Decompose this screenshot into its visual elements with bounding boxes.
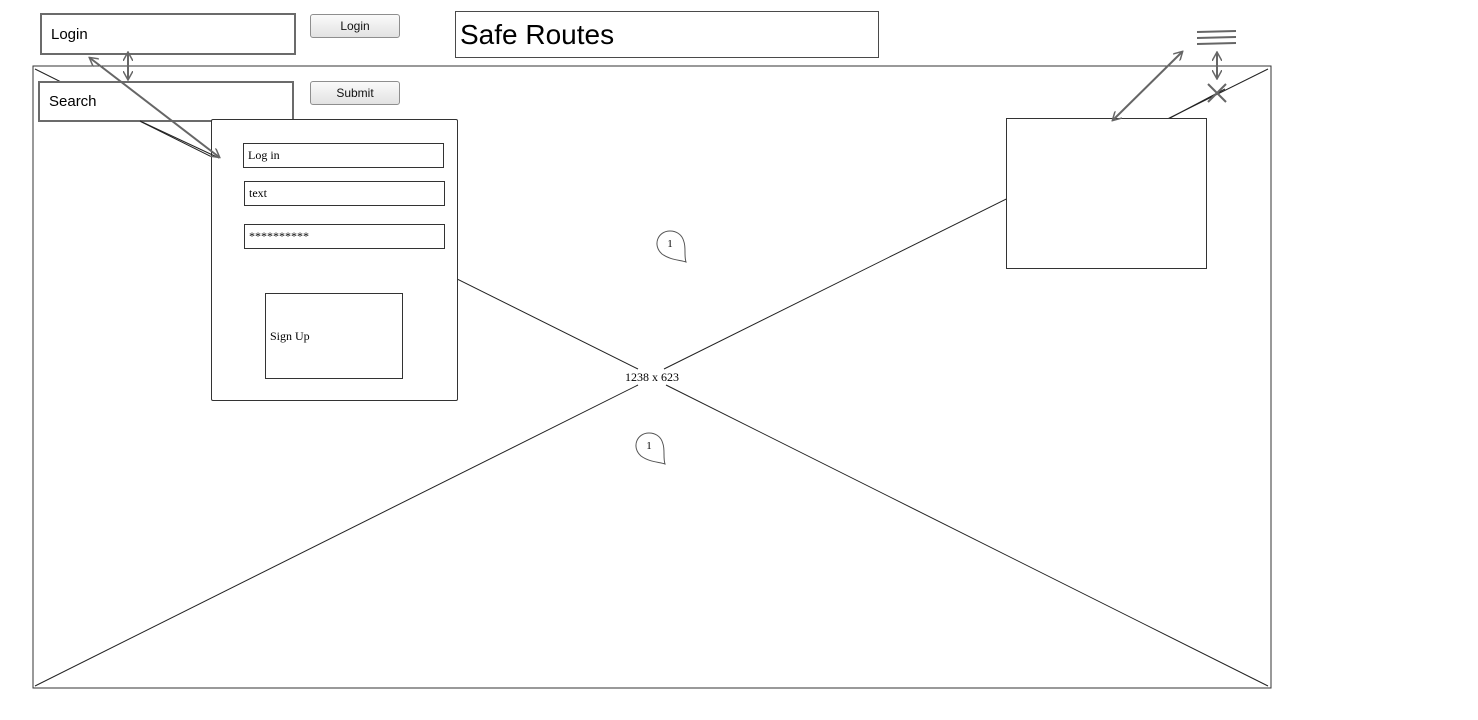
login-field[interactable]: Log in	[243, 143, 444, 168]
map-pin-label: 1	[646, 440, 652, 452]
search-input-label: Search	[49, 93, 97, 110]
signup-button[interactable]: Sign Up	[265, 293, 403, 379]
text-field[interactable]: text	[244, 181, 445, 206]
placeholder-dimension-label: 1238 x 623	[623, 370, 681, 384]
side-panel-box	[1006, 118, 1207, 269]
close-icon[interactable]	[1206, 82, 1228, 104]
password-field[interactable]: **********	[244, 224, 445, 249]
map-pin-label: 1	[667, 238, 673, 250]
login-button[interactable]: Login	[310, 14, 400, 38]
search-input[interactable]: Search	[38, 81, 294, 122]
login-input[interactable]: Login	[40, 13, 296, 55]
login-input-label: Login	[51, 25, 88, 43]
hamburger-icon[interactable]	[1196, 29, 1238, 47]
page-title: Safe Routes	[455, 11, 879, 58]
page-title-text: Safe Routes	[460, 18, 615, 50]
submit-button[interactable]: Submit	[310, 81, 400, 105]
